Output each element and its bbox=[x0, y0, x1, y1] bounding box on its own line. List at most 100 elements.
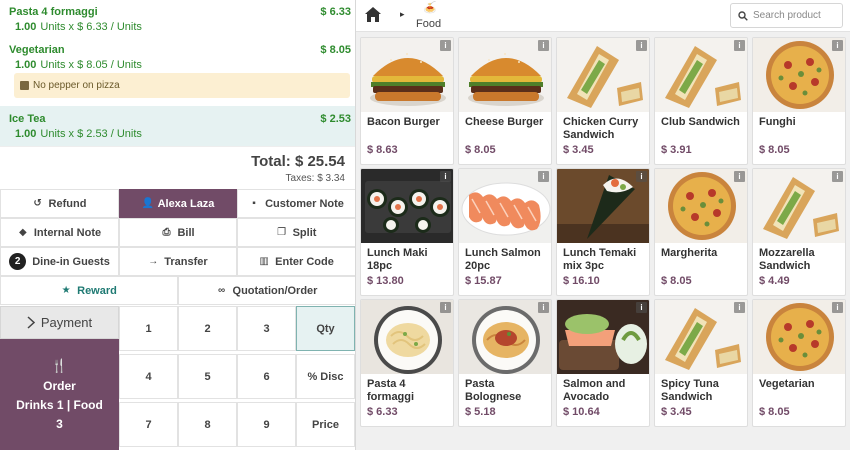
info-icon[interactable]: i bbox=[832, 40, 843, 51]
customer-button[interactable]: 👤 Alexa Laza bbox=[119, 189, 237, 218]
product-card[interactable]: i Vegetarian $ 8.05 bbox=[752, 299, 846, 427]
numpad-key[interactable]: 4 bbox=[119, 354, 178, 399]
orderline-qty: 1.00 bbox=[15, 128, 37, 140]
product-name: Salmon and Avocado bbox=[563, 378, 626, 403]
fork-knife-icon: 🍴 bbox=[51, 357, 68, 373]
info-icon[interactable]: i bbox=[440, 302, 451, 313]
product-card[interactable]: i Funghi $ 8.05 bbox=[752, 37, 846, 165]
product-price: $ 8.05 bbox=[759, 144, 790, 156]
quotation-order-button[interactable]: ∞ Quotation/Order bbox=[178, 276, 355, 305]
numpad-key[interactable]: 2 bbox=[178, 306, 237, 351]
product-price: $ 10.64 bbox=[563, 406, 600, 418]
numpad-key[interactable]: 7 bbox=[119, 402, 178, 447]
info-icon[interactable]: i bbox=[832, 302, 843, 313]
info-icon[interactable]: i bbox=[636, 40, 647, 51]
internal-note-button[interactable]: ◆ Internal Note bbox=[0, 218, 119, 247]
orderline-note-text: No pepper on pizza bbox=[33, 80, 120, 91]
product-price: $ 16.10 bbox=[563, 275, 600, 287]
product-name: Spicy Tuna Sandwich bbox=[661, 378, 719, 403]
breadcrumb-food[interactable]: Food bbox=[416, 18, 441, 30]
product-name: Lunch Maki 18pc bbox=[367, 247, 428, 272]
numpad-key[interactable]: 5 bbox=[178, 354, 237, 399]
orderline-note: No pepper on pizza bbox=[14, 73, 350, 98]
product-card[interactable]: i Club Sandwich $ 3.91 bbox=[654, 37, 748, 165]
order-button-label: Order bbox=[43, 378, 76, 393]
info-icon[interactable]: i bbox=[734, 40, 745, 51]
info-icon[interactable]: i bbox=[538, 302, 549, 313]
info-icon[interactable]: i bbox=[734, 302, 745, 313]
numpad-key[interactable]: 3 bbox=[237, 306, 296, 351]
numpad-key[interactable]: Price bbox=[296, 402, 355, 447]
search-input[interactable] bbox=[753, 10, 839, 21]
product-name: Lunch Temaki mix 3pc bbox=[563, 247, 637, 272]
product-card[interactable]: i Lunch Salmon 20pc $ 15.87 bbox=[458, 168, 552, 296]
orderline-price: $ 2.53 bbox=[320, 113, 351, 125]
chevron-right-icon: ▸ bbox=[400, 9, 405, 19]
numpad-key[interactable]: 8 bbox=[178, 402, 237, 447]
bill-label: Bill bbox=[177, 226, 195, 239]
product-card[interactable]: i Bacon Burger $ 8.63 bbox=[360, 37, 454, 165]
barcode-icon: ▥ bbox=[259, 256, 269, 267]
info-icon[interactable]: i bbox=[440, 171, 451, 182]
note-icon bbox=[20, 81, 29, 90]
product-name: Bacon Burger bbox=[367, 116, 440, 128]
info-icon[interactable]: i bbox=[440, 40, 451, 51]
product-card[interactable]: i Spicy Tuna Sandwich $ 3.45 bbox=[654, 299, 748, 427]
enter-code-button[interactable]: ▥ Enter Code bbox=[237, 247, 355, 276]
product-name: Mozzarella Sandwich bbox=[759, 247, 815, 272]
split-button[interactable]: ❐ Split bbox=[237, 218, 355, 247]
info-icon[interactable]: i bbox=[538, 40, 549, 51]
product-card[interactable]: i Chicken Curry Sandwich $ 3.45 bbox=[556, 37, 650, 165]
split-label: Split bbox=[292, 226, 317, 239]
product-card[interactable]: i Cheese Burger $ 8.05 bbox=[458, 37, 552, 165]
product-card[interactable]: i Pasta 4 formaggi $ 6.33 bbox=[360, 299, 454, 427]
numpad-key[interactable]: 9 bbox=[237, 402, 296, 447]
quotation-order-label: Quotation/Order bbox=[232, 284, 318, 297]
product-card[interactable]: i Lunch Maki 18pc $ 13.80 bbox=[360, 168, 454, 296]
transfer-label: Transfer bbox=[164, 255, 208, 268]
product-card[interactable]: i Pasta Bolognese $ 5.18 bbox=[458, 299, 552, 427]
internal-note-label: Internal Note bbox=[33, 226, 102, 239]
order-summary: Total: $ 25.54 Taxes: $ 3.34 bbox=[0, 146, 355, 190]
undo-icon: ↺ bbox=[33, 198, 42, 209]
product-price: $ 4.49 bbox=[759, 275, 790, 287]
chevron-right-icon bbox=[27, 316, 35, 329]
product-card[interactable]: i Salmon and Avocado $ 10.64 bbox=[556, 299, 650, 427]
product-name: Cheese Burger bbox=[465, 116, 544, 128]
product-price: $ 3.45 bbox=[661, 406, 692, 418]
orderline[interactable]: Vegetarian $ 8.05 1.00 Units x $ 8.05 / Un… bbox=[0, 44, 355, 71]
home-icon[interactable] bbox=[364, 6, 382, 23]
guests-label: Dine-in Guests bbox=[32, 255, 110, 268]
orderline-price: $ 6.33 bbox=[320, 6, 351, 18]
product-price: $ 8.05 bbox=[759, 406, 790, 418]
customer-note-button[interactable]: ▪ Customer Note bbox=[237, 189, 355, 218]
product-card[interactable]: i Mozzarella Sandwich $ 4.49 bbox=[752, 168, 846, 296]
product-name: Margherita bbox=[661, 247, 718, 259]
info-icon[interactable]: i bbox=[636, 302, 647, 313]
numpad-key[interactable]: 6 bbox=[237, 354, 296, 399]
info-icon[interactable]: i bbox=[734, 171, 745, 182]
product-price: $ 8.05 bbox=[465, 144, 496, 156]
refund-button[interactable]: ↺ Refund bbox=[0, 189, 119, 218]
transfer-button[interactable]: → Transfer bbox=[119, 247, 237, 276]
product-card[interactable]: i Margherita $ 8.05 bbox=[654, 168, 748, 296]
product-name: Club Sandwich bbox=[661, 116, 740, 128]
order-button-counts-cont: 3 bbox=[56, 416, 63, 431]
product-card[interactable]: i Lunch Temaki mix 3pc $ 16.10 bbox=[556, 168, 650, 296]
search-box[interactable] bbox=[730, 3, 843, 28]
payment-button[interactable]: Payment bbox=[0, 306, 119, 339]
numpad-key[interactable]: Qty bbox=[296, 306, 355, 351]
guests-button[interactable]: 2 Dine-in Guests bbox=[0, 247, 119, 276]
numpad-key[interactable]: 1 bbox=[119, 306, 178, 351]
bill-button[interactable]: ⎙ Bill bbox=[119, 218, 237, 247]
info-icon[interactable]: i bbox=[538, 171, 549, 182]
orderline-name: Vegetarian bbox=[9, 44, 65, 56]
orderline-selected[interactable]: Ice Tea $ 2.53 1.00 Units x $ 2.53 / Units bbox=[0, 106, 355, 146]
orderline[interactable]: Pasta 4 formaggi $ 6.33 1.00 Units x $ 6.3… bbox=[0, 6, 355, 33]
numpad-key[interactable]: % Disc bbox=[296, 354, 355, 399]
order-total: Total: $ 25.54 bbox=[251, 153, 345, 170]
order-button[interactable]: 🍴 Order Drinks 1 | Food 3 bbox=[0, 339, 119, 450]
reward-button[interactable]: ★ Reward bbox=[0, 276, 178, 305]
info-icon[interactable]: i bbox=[832, 171, 843, 182]
info-icon[interactable]: i bbox=[636, 171, 647, 182]
